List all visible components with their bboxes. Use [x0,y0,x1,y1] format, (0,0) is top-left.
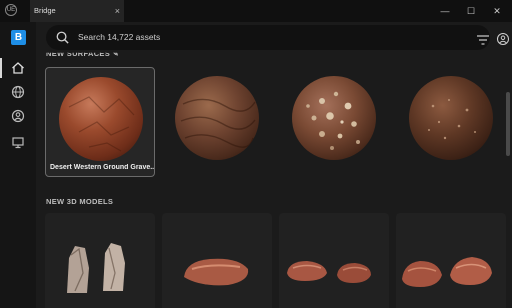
active-indicator [0,58,2,78]
scrollbar[interactable] [506,92,510,156]
red-stone-thumbnail [184,258,249,286]
tab-close-icon[interactable]: × [115,0,120,22]
maximize-button[interactable]: ☐ [458,0,484,22]
pencil-icon: ✎ [112,49,120,58]
section-title-models: NEW 3D MODELS [46,197,114,206]
model-card-2[interactable] [162,213,272,308]
bridge-logo[interactable]: B [11,30,26,45]
model-card-4[interactable] [396,213,506,308]
surface-card-2[interactable] [162,67,272,177]
surface-thumbnail [409,76,493,160]
search-icon [56,31,69,44]
surface-thumbnail [175,76,259,160]
model-card-3[interactable] [279,213,389,308]
sidebar: B [0,22,36,308]
title-bar: UE Bridge × — ☐ ✕ [0,0,512,22]
surface-card-3[interactable] [279,67,389,177]
filter-icon[interactable] [476,34,490,46]
globe-icon[interactable] [10,84,26,100]
surface-thumbnail [292,76,376,160]
tab-title: Bridge [34,6,56,15]
model-card-1[interactable] [45,213,155,308]
surface-card-4[interactable] [396,67,506,177]
user-circle-icon[interactable] [10,108,26,124]
monitor-icon[interactable] [10,134,26,150]
surface-card-label: Desert Western Ground Grave... [50,164,154,171]
search-bar[interactable]: Search 14,722 assets [46,25,510,50]
search-input[interactable]: Search 14,722 assets [78,25,160,50]
close-button[interactable]: ✕ [484,0,510,22]
account-icon[interactable] [496,32,510,46]
minimize-button[interactable]: — [432,0,458,22]
main-content: NEW SURFACES ✎ Search 14,722 assets Dese… [36,22,512,308]
rock-pillars-thumbnail [67,243,125,293]
red-stones-pair-thumbnail [287,261,371,283]
surface-thumbnail [59,77,143,161]
tab-bridge[interactable]: Bridge × [30,0,124,22]
surface-card-1[interactable]: Desert Western Ground Grave... [45,67,155,177]
red-rocks-pair-thumbnail [402,257,492,287]
unreal-logo-icon[interactable]: UE [5,4,17,16]
home-icon[interactable] [10,60,26,76]
section-title-surfaces: NEW SURFACES ✎ [46,49,120,58]
